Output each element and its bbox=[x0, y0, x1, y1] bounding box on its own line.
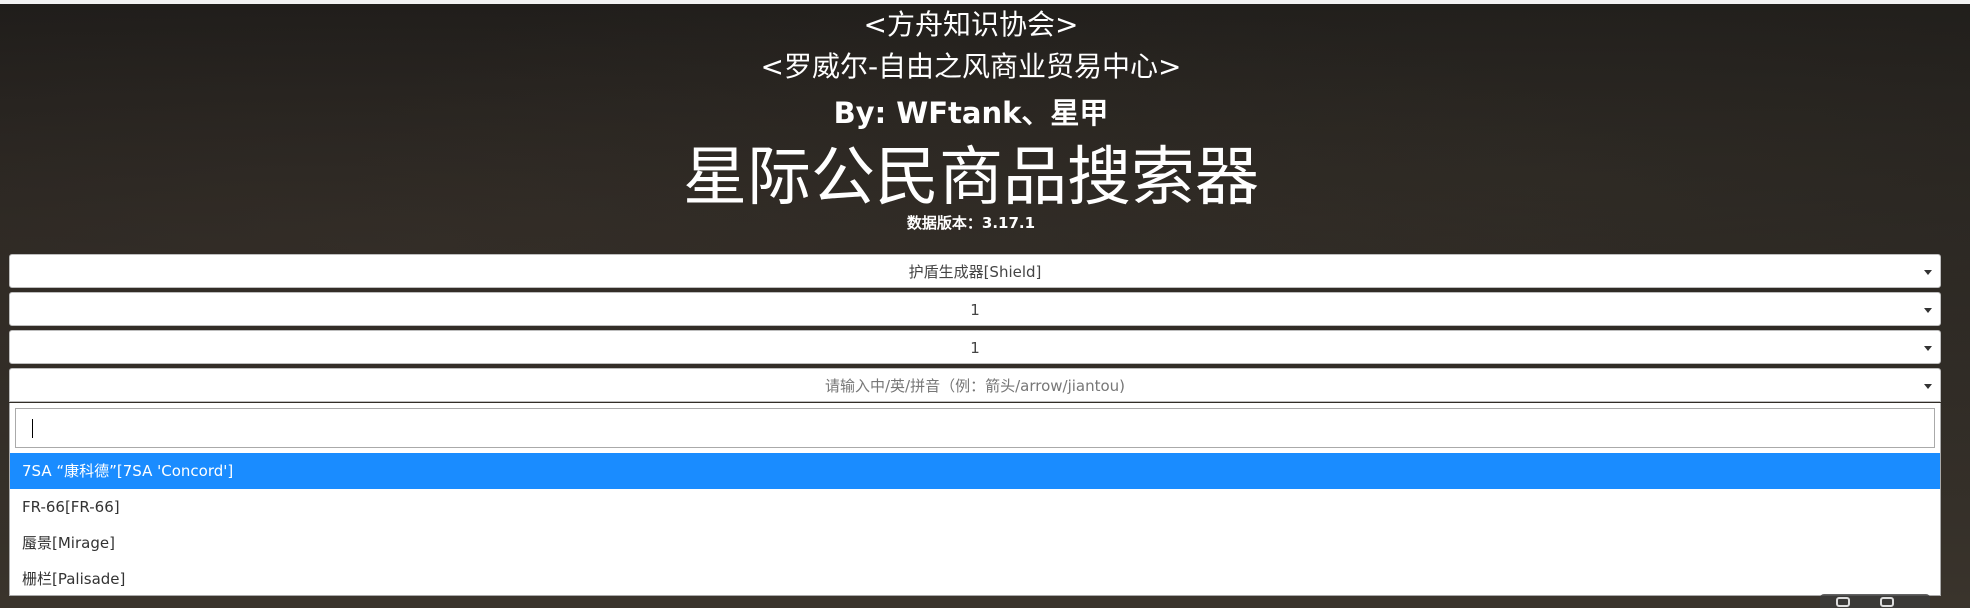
caret-down-icon bbox=[1924, 308, 1932, 313]
item-select-placeholder: 请输入中/英/拼音（例：箭头/arrow/jiantou) bbox=[824, 377, 1126, 395]
dropdown-option[interactable]: 栅栏[Palisade] bbox=[10, 561, 1940, 597]
authors: By: WFtank、星甲 bbox=[833, 96, 1109, 130]
dropdown-option[interactable]: FR-66[FR-66] bbox=[10, 489, 1940, 525]
page-title: 星际公民商品搜索器 bbox=[683, 141, 1259, 215]
dropdown-search-input[interactable] bbox=[15, 408, 1935, 448]
data-version-label: 数据版本： bbox=[906, 214, 982, 232]
trade-center-name: <罗威尔-自由之风商业贸易中心> bbox=[760, 50, 1182, 83]
category-select-value: 护盾生成器[Shield] bbox=[908, 263, 1042, 281]
size-select[interactable]: 1 bbox=[9, 292, 1941, 326]
association-name: <方舟知识协会> bbox=[863, 8, 1079, 41]
grade-select-value: 1 bbox=[970, 339, 980, 357]
caret-down-icon bbox=[1924, 384, 1932, 389]
list-icon[interactable] bbox=[1880, 597, 1894, 607]
text-cursor bbox=[32, 419, 33, 438]
data-version: 数据版本：3.17.1 bbox=[0, 214, 1942, 232]
category-select[interactable]: 护盾生成器[Shield] bbox=[9, 254, 1941, 288]
grade-select[interactable]: 1 bbox=[9, 330, 1941, 364]
data-version-value: 3.17.1 bbox=[981, 214, 1036, 232]
corner-toolbar bbox=[1820, 594, 1930, 608]
item-dropdown: 7SA “康科德”[7SA 'Concord'] FR-66[FR-66] 蜃景… bbox=[9, 403, 1941, 596]
item-select[interactable]: 请输入中/英/拼音（例：箭头/arrow/jiantou) bbox=[9, 368, 1941, 402]
dropdown-option[interactable]: 蜃景[Mirage] bbox=[10, 525, 1940, 561]
size-select-value: 1 bbox=[970, 301, 980, 319]
caret-down-icon bbox=[1924, 346, 1932, 351]
dropdown-results: 7SA “康科德”[7SA 'Concord'] FR-66[FR-66] 蜃景… bbox=[10, 453, 1940, 597]
dropdown-option[interactable]: 7SA “康科德”[7SA 'Concord'] bbox=[10, 453, 1940, 489]
page-header: <方舟知识协会> <罗威尔-自由之风商业贸易中心> By: WFtank、星甲 … bbox=[0, 4, 1942, 232]
dropdown-search bbox=[15, 408, 1935, 448]
caret-down-icon bbox=[1924, 270, 1932, 275]
eye-icon[interactable] bbox=[1836, 597, 1850, 607]
